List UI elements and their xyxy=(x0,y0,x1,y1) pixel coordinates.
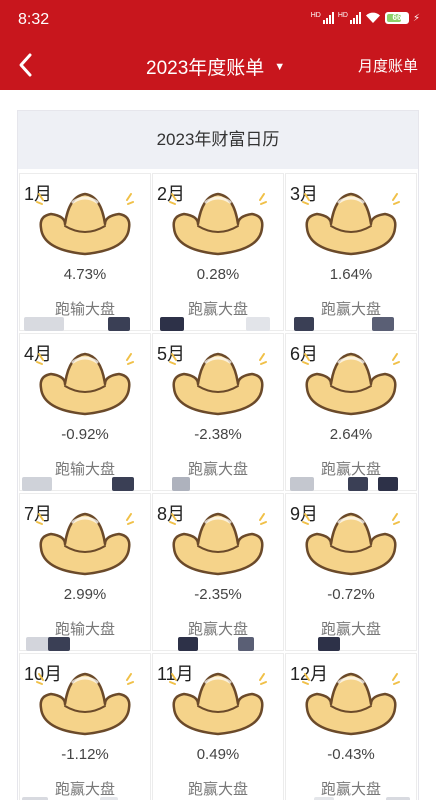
battery-level: 66 xyxy=(392,13,402,22)
gold-ingot-icon xyxy=(301,512,401,576)
back-button[interactable] xyxy=(12,50,42,80)
gold-ingot-icon xyxy=(301,192,401,256)
gold-ingot-icon xyxy=(35,352,135,416)
month-return: 0.49% xyxy=(196,746,240,763)
signal-icon xyxy=(322,12,334,24)
obscured-detail-row xyxy=(18,795,420,800)
gold-ingot-icon xyxy=(301,352,401,416)
status-icons: HD HD 66 ⚡ xyxy=(311,12,420,24)
month-return: -2.35% xyxy=(194,586,242,603)
calendar-title: 2023年财富日历 xyxy=(18,111,418,169)
gold-ingot-icon xyxy=(35,672,135,736)
signal-icon xyxy=(349,12,361,24)
hd-icon: HD xyxy=(337,12,348,19)
page-content: 2023年财富日历 1月 4.73% 跑输大盘 2月 0.28% 跑赢大盘 3月… xyxy=(0,90,436,800)
obscured-detail-row xyxy=(18,475,420,493)
gold-ingot-icon xyxy=(301,672,401,736)
monthly-bill-link[interactable]: 月度账单 xyxy=(358,55,418,76)
month-return: -0.72% xyxy=(327,586,375,603)
gold-ingot-icon xyxy=(168,192,268,256)
charging-icon: ⚡ xyxy=(412,12,420,24)
month-cell-10[interactable]: 10月 -1.12% 跑赢大盘 xyxy=(19,653,151,800)
obscured-detail-row xyxy=(18,315,420,333)
gold-ingot-icon xyxy=(168,512,268,576)
month-return: -0.92% xyxy=(61,426,109,443)
month-cell-7[interactable]: 7月 2.99% 跑输大盘 xyxy=(19,493,151,651)
month-cell-5[interactable]: 5月 -2.38% 跑赢大盘 xyxy=(152,333,284,491)
month-return: 1.64% xyxy=(329,266,373,283)
month-return: 0.28% xyxy=(196,266,240,283)
month-cell-2[interactable]: 2月 0.28% 跑赢大盘 xyxy=(152,173,284,331)
month-return: -1.12% xyxy=(61,746,109,763)
gold-ingot-icon xyxy=(168,672,268,736)
nav-bar: 2023年度账单 ▼ 月度账单 xyxy=(0,40,436,90)
month-cell-12[interactable]: 12月 -0.43% 跑赢大盘 xyxy=(285,653,417,800)
month-cell-11[interactable]: 11月 0.49% 跑赢大盘 xyxy=(152,653,284,800)
calendar-card: 2023年财富日历 1月 4.73% 跑输大盘 2月 0.28% 跑赢大盘 3月… xyxy=(17,110,419,800)
month-return: -0.43% xyxy=(327,746,375,763)
month-return: -2.38% xyxy=(194,426,242,443)
month-cell-9[interactable]: 9月 -0.72% 跑赢大盘 xyxy=(285,493,417,651)
month-return: 2.99% xyxy=(63,586,107,603)
status-bar: 8:32 HD HD 66 ⚡ xyxy=(0,0,436,40)
obscured-detail-row xyxy=(18,635,420,653)
gold-ingot-icon xyxy=(168,352,268,416)
status-time: 8:32 xyxy=(18,11,50,28)
battery-icon: 66 xyxy=(384,12,409,24)
month-return: 2.64% xyxy=(329,426,373,443)
caret-down-icon: ▼ xyxy=(274,60,286,73)
month-cell-4[interactable]: 4月 -0.92% 跑输大盘 xyxy=(19,333,151,491)
hd-icon: HD xyxy=(310,12,321,19)
page-title: 2023年度账单 xyxy=(146,58,265,79)
month-cell-3[interactable]: 3月 1.64% 跑赢大盘 xyxy=(285,173,417,331)
year-selector[interactable]: 2023年度账单 ▼ xyxy=(146,53,285,80)
month-cell-8[interactable]: 8月 -2.35% 跑赢大盘 xyxy=(152,493,284,651)
gold-ingot-icon xyxy=(35,512,135,576)
month-return: 4.73% xyxy=(63,266,107,283)
month-cell-6[interactable]: 6月 2.64% 跑赢大盘 xyxy=(285,333,417,491)
wifi-icon xyxy=(365,12,380,23)
month-cell-1[interactable]: 1月 4.73% 跑输大盘 xyxy=(19,173,151,331)
gold-ingot-icon xyxy=(35,192,135,256)
